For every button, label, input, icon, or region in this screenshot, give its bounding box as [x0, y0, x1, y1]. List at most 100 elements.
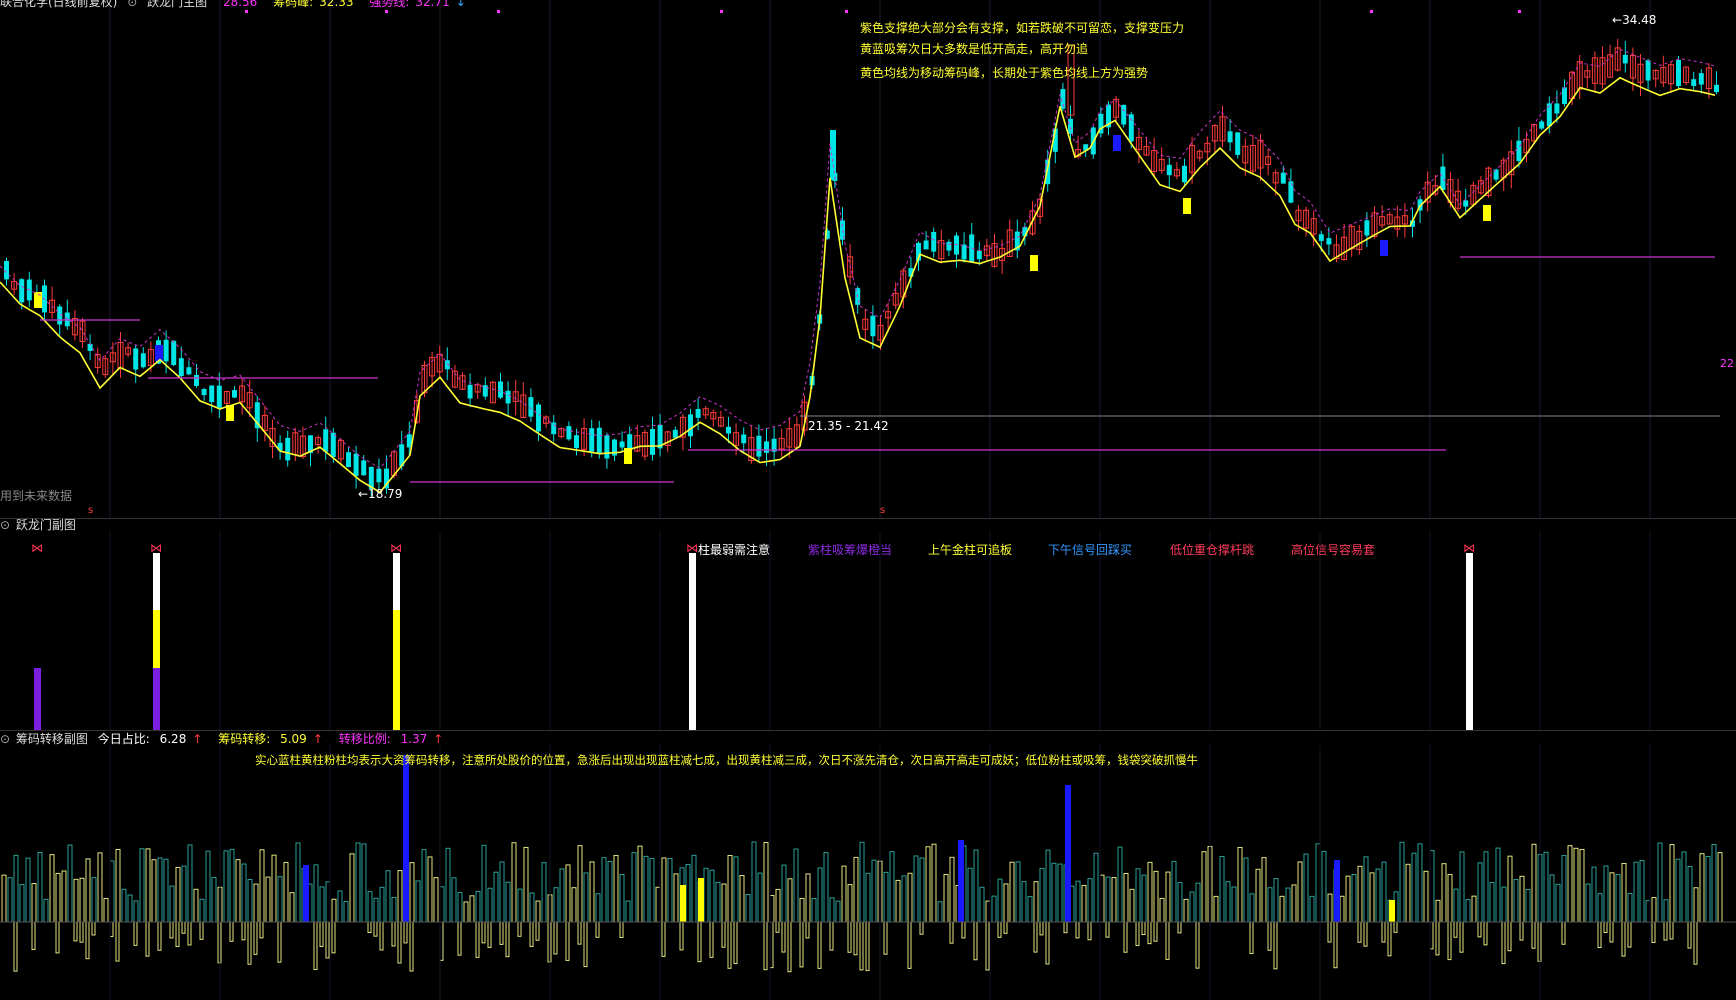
volume-bar-neg — [553, 921, 558, 955]
volume-bar — [307, 883, 313, 923]
volume-bar — [1381, 861, 1387, 923]
candle-body-down — [969, 234, 975, 262]
candle-body-down — [566, 426, 572, 440]
volume-bar — [391, 897, 397, 923]
volume-bar — [1675, 858, 1681, 923]
volume-bar-neg — [175, 921, 180, 948]
volume-bar-neg — [661, 921, 666, 957]
volume-bar-neg — [115, 921, 120, 962]
volume-bar — [823, 852, 829, 923]
volume-bar — [1549, 874, 1555, 923]
volume-bar-neg — [397, 921, 402, 964]
candle-body-down — [505, 390, 511, 404]
volume-bar — [853, 856, 859, 923]
volume-bar-neg — [1387, 921, 1392, 957]
volume-bar-neg — [313, 921, 318, 971]
volume-bar-neg — [1609, 921, 1614, 943]
volume-bar — [1117, 846, 1123, 923]
volume-bar-neg — [1663, 921, 1668, 941]
volume-bar — [289, 892, 295, 923]
volume-bar-neg — [391, 921, 396, 947]
volume-bar — [1573, 847, 1579, 923]
volume-bar — [1081, 884, 1087, 923]
volume-bar-neg — [763, 921, 768, 971]
volume-bar-neg — [1357, 921, 1362, 943]
volume-bar-neg — [1687, 921, 1692, 949]
sub2-title[interactable]: 筹码转移副图 — [16, 732, 88, 746]
volume-bar — [829, 897, 835, 923]
volume-bar — [1633, 861, 1639, 923]
volume-bar-neg — [241, 921, 246, 941]
volume-bar — [1297, 861, 1303, 923]
volume-bar-neg — [259, 921, 264, 939]
main-header: 联合化学(日线前复权) ⊙ 跃龙门主图 28.56 筹码峰: 32.33 强势线:… — [0, 0, 478, 9]
volume-bar — [1495, 847, 1501, 923]
volume-bar — [979, 886, 985, 923]
volume-bar-neg — [1123, 921, 1128, 953]
signal-bar — [393, 610, 400, 730]
volume-bar-neg — [1447, 921, 1452, 961]
volume-bar — [1465, 899, 1471, 923]
volume-bar — [1129, 888, 1135, 923]
volume-bar-neg — [535, 921, 540, 941]
collapse-icon[interactable]: ⊙ — [0, 732, 10, 746]
volume-bar-neg — [1033, 921, 1038, 953]
volume-bar — [1393, 891, 1399, 923]
volume-bar — [619, 874, 625, 923]
volume-bar — [181, 865, 187, 923]
volume-bar-neg — [775, 921, 780, 933]
volume-bar — [1207, 845, 1213, 923]
stock-title[interactable]: 联合化学(日线前复权) — [0, 0, 117, 9]
collapse-icon[interactable]: ⊙ — [127, 0, 137, 9]
volume-bar — [427, 856, 433, 923]
volume-bar-neg — [181, 921, 186, 934]
volume-bar — [943, 873, 949, 923]
volume-bar — [775, 888, 781, 923]
volume-bar-neg — [1153, 921, 1158, 942]
volume-bar — [1213, 895, 1219, 923]
candle-body-down — [1364, 220, 1370, 236]
volume-bar — [433, 877, 439, 923]
sub1-title[interactable]: 跃龙门副图 — [16, 518, 76, 532]
volume-bar — [1093, 852, 1099, 923]
sub2-m3: 转移比例: 1.37 ↑ — [338, 732, 444, 746]
volume-bar — [265, 876, 271, 923]
volume-bar — [739, 875, 745, 923]
sub2-m2: 筹码转移: 5.09 ↑ — [218, 732, 323, 746]
volume-bar — [301, 867, 307, 923]
volume-bar — [793, 848, 799, 923]
candle-body-down — [1562, 87, 1567, 104]
volume-bar — [991, 895, 997, 923]
volume-bar — [223, 850, 229, 923]
volume-bar-neg — [583, 921, 588, 968]
volume-bar — [1483, 851, 1489, 923]
volume-bar — [1135, 868, 1141, 923]
candle-body-down — [285, 437, 291, 461]
volume-bar — [1159, 897, 1165, 923]
volume-bar — [1243, 857, 1249, 923]
volume-bar — [607, 860, 613, 923]
volume-bar — [211, 876, 217, 923]
candle-body-down — [741, 434, 747, 444]
volume-bar — [1513, 879, 1519, 923]
indicator-name[interactable]: 跃龙门主图 — [147, 0, 207, 9]
volume-bar-neg — [1501, 921, 1506, 965]
volume-bar — [589, 861, 595, 923]
volume-bar — [697, 880, 703, 923]
volume-bar-neg — [829, 921, 834, 951]
volume-bar — [1045, 849, 1051, 923]
candle-body-down — [650, 428, 655, 455]
volume-bar-neg — [481, 921, 486, 944]
butterfly-icon: ⋈ — [31, 541, 43, 555]
candle-body-down — [19, 279, 25, 303]
volume-bar — [727, 855, 733, 923]
volume-bar-neg — [1519, 921, 1524, 941]
volume-bar-neg — [517, 921, 522, 937]
volume-bar — [1579, 848, 1585, 923]
volume-bar — [529, 892, 535, 923]
collapse-icon[interactable]: ⊙ — [0, 518, 10, 532]
volume-bar — [175, 866, 181, 923]
volume-bar — [331, 898, 337, 923]
volume-bar-neg — [367, 921, 372, 934]
volume-bar — [457, 891, 463, 923]
